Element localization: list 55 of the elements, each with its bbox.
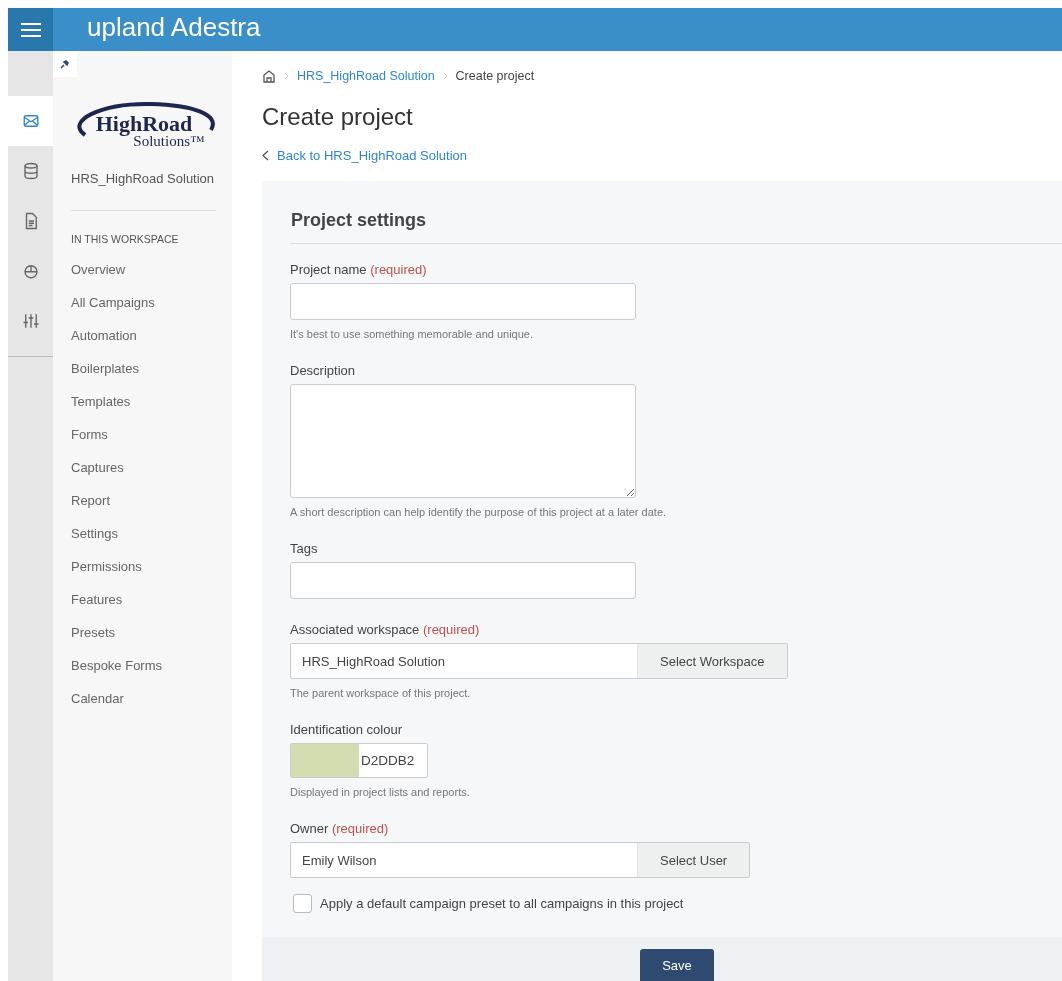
pin-icon xyxy=(60,59,70,69)
text-field[interactable] xyxy=(290,562,636,599)
field-label: Description xyxy=(290,363,357,378)
brand-name: upland Adestra xyxy=(87,12,261,43)
checkbox-label: Apply a default campaign preset to all campaigns in this project xyxy=(320,896,684,911)
sidebar-link[interactable]: Settings xyxy=(71,525,118,542)
menu-icon xyxy=(20,21,41,38)
sliders-icon xyxy=(21,312,40,330)
colour-field[interactable]: D2DDB2 xyxy=(290,743,428,778)
picker-field[interactable]: HRS_HighRoad Solution Select Workspace xyxy=(290,643,788,679)
pie-chart-icon xyxy=(21,262,40,280)
field-label: Tags xyxy=(290,541,319,556)
save-button[interactable]: Save xyxy=(640,949,714,981)
field-hint: The parent workspace of this project. xyxy=(290,687,472,699)
select-button[interactable]: Select User xyxy=(637,843,750,877)
field-label: Identification colour xyxy=(290,722,403,737)
field-label: Project name (required) xyxy=(290,262,428,277)
company-logo: HighRoad Solutions™ xyxy=(71,101,217,163)
sidebar-link[interactable]: Bespoke Forms xyxy=(71,657,163,674)
envelope-icon xyxy=(21,112,40,130)
field-label: Owner (required) xyxy=(290,821,390,836)
picker-field[interactable]: Emily Wilson Select User xyxy=(290,842,751,878)
chevron-icon xyxy=(284,72,289,80)
sidebar-link[interactable]: Permissions xyxy=(71,558,142,575)
sidebar-link[interactable]: Features xyxy=(71,591,123,608)
sidebar-link[interactable]: Report xyxy=(71,492,111,509)
page-title: Create project xyxy=(262,103,414,131)
field-hint: A short description can help identify the purpose of this project at a later date. xyxy=(290,506,668,518)
section-heading: IN THIS WORKSPACE xyxy=(71,233,180,245)
field-label: Associated workspace (required) xyxy=(290,622,481,637)
sidebar-link[interactable]: Templates xyxy=(71,393,131,410)
chevron-left-icon xyxy=(262,150,269,161)
sidebar-link[interactable]: Boilerplates xyxy=(71,360,139,377)
chevron-icon xyxy=(442,72,448,80)
menu-button[interactable] xyxy=(8,8,53,51)
home-icon[interactable] xyxy=(262,69,276,83)
pin-button[interactable] xyxy=(53,51,77,77)
sidebar-link[interactable]: Overview xyxy=(71,261,126,278)
database-icon xyxy=(21,162,40,180)
sidebar-link[interactable]: Presets xyxy=(71,624,116,641)
sidebar-link[interactable]: Automation xyxy=(71,327,137,344)
workspace-name: HRS_HighRoad Solution xyxy=(71,171,216,186)
checkbox[interactable] xyxy=(293,894,312,913)
text-field[interactable] xyxy=(290,283,636,320)
sidebar-link[interactable]: Calendar xyxy=(71,690,124,707)
sidebar-link[interactable]: All Campaigns xyxy=(71,294,155,311)
sidebar-link[interactable]: Forms xyxy=(71,426,108,443)
sidebar-link[interactable]: Captures xyxy=(71,459,124,476)
back-link[interactable]: Back to HRS_HighRoad Solution xyxy=(262,148,468,163)
breadcrumb-link[interactable]: HRS_HighRoad Solution xyxy=(297,69,435,83)
field-hint: It's best to use something memorable and unique. xyxy=(290,328,535,340)
section-title: Project settings xyxy=(291,210,428,231)
select-button[interactable]: Select Workspace xyxy=(637,644,787,678)
current-page-label: Create project xyxy=(455,69,535,83)
field-hint: Displayed in project lists and reports. xyxy=(290,786,471,798)
